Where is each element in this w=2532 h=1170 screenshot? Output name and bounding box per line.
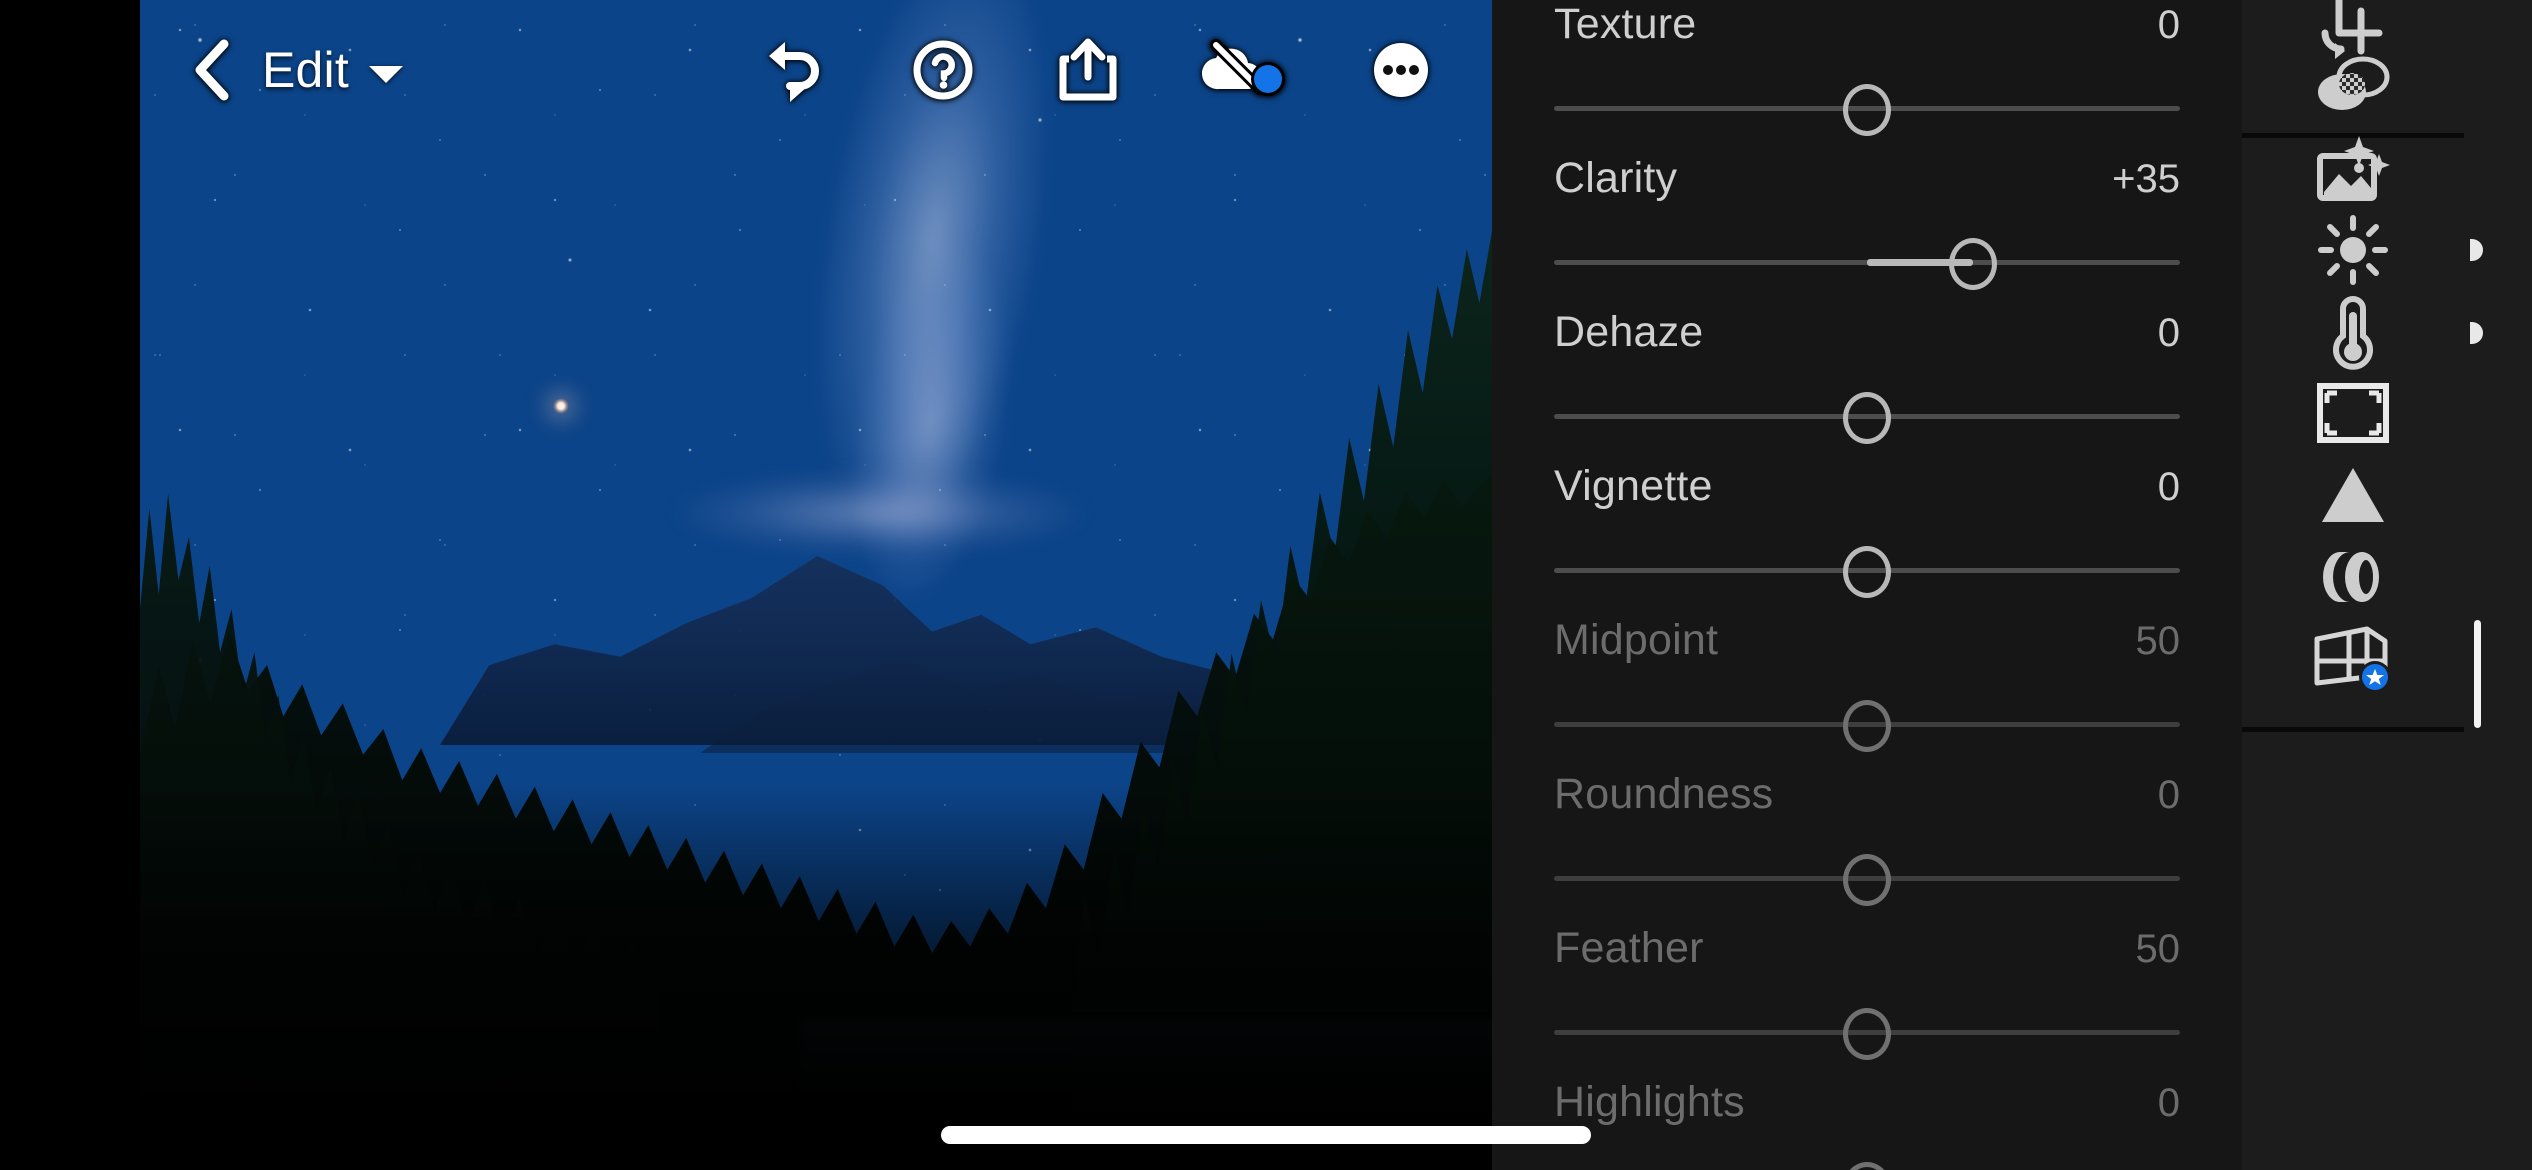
- home-indicator-bar: [941, 1126, 1591, 1144]
- slider-track-area[interactable]: [1554, 216, 2180, 308]
- slider-thumb[interactable]: [1843, 392, 1891, 444]
- horizon-haze: [610, 448, 1150, 578]
- caret-down-icon: [368, 65, 403, 83]
- slider-header: Midpoint 50: [1554, 616, 2180, 678]
- slider-thumb[interactable]: [1843, 854, 1891, 906]
- slider-midpoint[interactable]: Midpoint 50: [1492, 616, 2242, 770]
- slider-track-area[interactable]: [1554, 678, 2180, 770]
- page-title: Edit: [262, 42, 349, 98]
- undo-button[interactable]: [760, 34, 830, 106]
- rail-marker-light: [2470, 239, 2483, 261]
- slider-thumb[interactable]: [1843, 700, 1891, 752]
- slider-header: Clarity +35: [1554, 154, 2180, 216]
- slider-value: 0: [2157, 465, 2180, 509]
- slider-header: Texture 0: [1554, 0, 2180, 62]
- share-export-icon: [1059, 38, 1117, 101]
- help-button[interactable]: [912, 39, 974, 101]
- left-letterbox: [0, 0, 140, 1170]
- slider-label: Highlights: [1554, 1078, 1745, 1126]
- slider-value: +35: [2112, 157, 2180, 201]
- slider-highlights[interactable]: Highlights 0: [1492, 1078, 2242, 1170]
- slider-dehaze[interactable]: Dehaze 0: [1492, 308, 2242, 462]
- slider-label: Midpoint: [1554, 616, 1719, 664]
- rail-marker-color: [2470, 322, 2483, 344]
- slider-label: Vignette: [1554, 462, 1713, 510]
- slider-label: Feather: [1554, 924, 1704, 972]
- slider-thumb[interactable]: [1843, 546, 1891, 598]
- chevron-left-icon: [195, 39, 229, 101]
- slider-value: 0: [2157, 773, 2180, 817]
- share-button[interactable]: [1056, 37, 1120, 103]
- slider-list: Texture 0 Clarity +35 Dehaze 0 Vignette 0 Midpoi…: [1492, 0, 2242, 1170]
- tool-rail: [2242, 0, 2532, 1170]
- slider-track-area[interactable]: [1554, 986, 2180, 1078]
- slider-header: Feather 50: [1554, 924, 2180, 986]
- question-circle-icon: [913, 40, 973, 100]
- top-toolbar: Edit: [140, 0, 1492, 140]
- slider-thumb[interactable]: [1843, 1008, 1891, 1060]
- slider-value: 0: [2157, 311, 2180, 355]
- slider-header: Highlights 0: [1554, 1078, 2180, 1140]
- slider-vignette[interactable]: Vignette 0: [1492, 462, 2242, 616]
- geometry-perspective-icon: [2314, 626, 2391, 693]
- slider-track-area[interactable]: [1554, 524, 2180, 616]
- cloud-offline-slash-icon: [1202, 39, 1285, 96]
- slider-track-area[interactable]: [1554, 1140, 2180, 1170]
- bright-star: [553, 398, 569, 414]
- slider-header: Dehaze 0: [1554, 308, 2180, 370]
- undo-arrow-icon: [769, 42, 819, 102]
- slider-label: Clarity: [1554, 154, 1678, 202]
- slider-value: 50: [2135, 927, 2181, 971]
- slider-value: 50: [2135, 619, 2181, 663]
- slider-label: Roundness: [1554, 770, 1774, 818]
- cloud-sync-button[interactable]: [1202, 39, 1288, 101]
- slider-header: Roundness 0: [1554, 770, 2180, 832]
- slider-feather[interactable]: Feather 50: [1492, 924, 2242, 1078]
- panel-scrollbar[interactable]: [2474, 620, 2481, 728]
- slider-texture[interactable]: Texture 0: [1492, 0, 2242, 154]
- more-options-button[interactable]: [1370, 39, 1432, 101]
- slider-clarity[interactable]: Clarity +35: [1492, 154, 2242, 308]
- slider-thumb[interactable]: [1843, 84, 1891, 136]
- slider-roundness[interactable]: Roundness 0: [1492, 770, 2242, 924]
- slider-value: 0: [2157, 3, 2180, 47]
- rail-item-geometry[interactable]: [2242, 594, 2464, 724]
- foreground-shadow: [140, 783, 1492, 1113]
- adjustment-panel: Texture 0 Clarity +35 Dehaze 0 Vignette 0 Midpoi…: [1492, 0, 2242, 1170]
- app-root: Edit Texture 0 Clarity +35 Dehaze 0 Vign…: [0, 0, 2532, 1170]
- slider-thumb[interactable]: [1949, 238, 1998, 290]
- slider-track-area[interactable]: [1554, 62, 2180, 154]
- slider-header: Vignette 0: [1554, 462, 2180, 524]
- slider-track-area[interactable]: [1554, 832, 2180, 924]
- slider-value: 0: [2157, 1081, 2180, 1125]
- slider-thumb[interactable]: [1843, 1162, 1891, 1170]
- ellipsis-circle-icon: [1374, 43, 1428, 97]
- back-button[interactable]: [188, 38, 232, 102]
- slider-label: Texture: [1554, 0, 1697, 48]
- slider-track-area[interactable]: [1554, 370, 2180, 462]
- edit-mode-selector[interactable]: Edit: [262, 41, 403, 99]
- slider-label: Dehaze: [1554, 308, 1704, 356]
- photo-canvas[interactable]: [140, 0, 1492, 1113]
- rail-divider-2: [2242, 727, 2464, 732]
